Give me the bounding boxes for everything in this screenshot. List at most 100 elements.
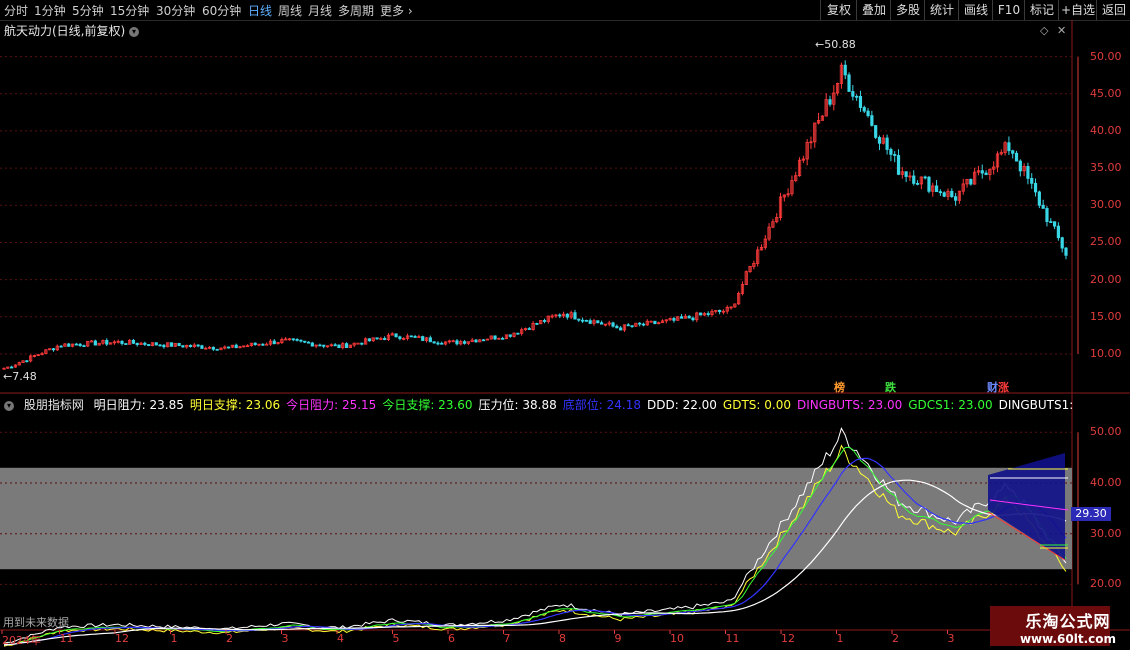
- main-y-tick: 40.00: [1090, 123, 1122, 137]
- candle-body: [565, 313, 569, 318]
- x-tick: 3: [281, 632, 289, 645]
- candle-body: [169, 342, 174, 347]
- candle-body: [516, 332, 520, 335]
- x-tick: 12: [115, 632, 129, 645]
- candle-body: [691, 317, 695, 321]
- candle-body: [653, 320, 657, 325]
- indicator-value-10: DINGBUTS1: 34.00: [998, 398, 1074, 412]
- x-tick: 6: [448, 632, 455, 645]
- candle-body: [74, 343, 78, 346]
- main-y-tick: 15.00: [1090, 309, 1122, 323]
- candle-body: [573, 312, 577, 320]
- x-tick: 1: [836, 632, 844, 645]
- candle-body: [1037, 191, 1041, 206]
- candle-body: [942, 192, 946, 197]
- candle-body: [969, 178, 973, 185]
- x-tick: 9: [614, 632, 622, 645]
- x-tick: 8: [559, 632, 566, 645]
- indicator-y-tick: 20.00: [1090, 577, 1122, 591]
- candle-body: [200, 345, 204, 349]
- candle-body: [333, 344, 337, 347]
- candle-body: [855, 95, 859, 98]
- candle-body: [588, 320, 592, 324]
- candle-body: [1049, 221, 1053, 223]
- candle-body: [934, 185, 939, 193]
- event-marker-die[interactable]: 跌: [884, 379, 897, 395]
- candle-body: [847, 74, 851, 92]
- candle-body: [638, 322, 642, 325]
- candle-body: [215, 348, 219, 351]
- candle-body: [177, 342, 181, 346]
- x-tick: 11: [59, 632, 74, 645]
- candle-body: [984, 172, 988, 176]
- candle-body: [89, 340, 94, 343]
- candle-body: [306, 341, 311, 344]
- indicator-value-2: 今日阻力: 25.15: [286, 398, 377, 412]
- candle-body: [398, 336, 402, 340]
- candle-body: [851, 91, 855, 97]
- candle-body: [641, 323, 646, 326]
- candle-body: [211, 346, 215, 350]
- main-y-tick: 10.00: [1090, 346, 1122, 360]
- future-data-label: 用到未来数据: [3, 616, 69, 629]
- indicator-name[interactable]: 股朋指标网: [24, 398, 84, 412]
- main-y-tick: 45.00: [1090, 86, 1122, 100]
- candle-body: [542, 320, 547, 322]
- candle-body: [1007, 142, 1011, 152]
- main-y-tick: 20.00: [1090, 272, 1122, 286]
- candle-body: [527, 328, 531, 330]
- candle-body: [687, 315, 691, 319]
- indicator-y-tick: 50.00: [1090, 425, 1122, 439]
- candle-body: [322, 344, 326, 347]
- x-tick: 7: [503, 632, 511, 645]
- indicator-value-4: 压力位: 38.88: [478, 398, 557, 412]
- candle-body: [295, 339, 299, 341]
- main-y-tick: 35.00: [1090, 161, 1122, 175]
- chart-canvas: [0, 20, 1130, 647]
- candle-body: [375, 337, 379, 340]
- candle-body: [1033, 182, 1038, 193]
- event-marker-bang[interactable]: 榜: [833, 379, 846, 395]
- candle-body: [105, 340, 109, 345]
- candle-body: [923, 176, 927, 179]
- candle-body: [980, 170, 984, 174]
- candle-body: [584, 319, 588, 322]
- candle-body: [893, 154, 897, 156]
- high-price-label: ←50.88: [815, 38, 856, 51]
- candle-body: [950, 190, 954, 198]
- candle-body: [626, 324, 630, 327]
- candle-body: [501, 337, 505, 340]
- main-y-tick: 50.00: [1090, 49, 1122, 63]
- low-price-label: ←7.48: [3, 370, 37, 383]
- candle-body: [870, 115, 874, 126]
- chevron-down-icon[interactable]: ▾: [4, 400, 14, 411]
- candle-body: [82, 345, 86, 348]
- candle-body: [367, 338, 372, 342]
- candle-body: [234, 344, 238, 349]
- candle-body: [25, 360, 29, 363]
- candle-body: [580, 319, 585, 322]
- candle-body: [188, 344, 193, 347]
- candle-body: [78, 343, 82, 347]
- candle-body: [718, 309, 722, 312]
- candle-body: [877, 137, 882, 144]
- x-tick: 4: [337, 632, 344, 645]
- indicator-values: 明日阻力: 23.85 明日支撑: 23.06 今日阻力: 25.15 今日支撑: 2…: [94, 398, 1074, 412]
- candle-body: [394, 333, 398, 338]
- indicator-value-6: DDD: 22.00: [646, 398, 717, 412]
- candle-body: [226, 346, 231, 349]
- candle-body: [261, 343, 265, 346]
- candle-body: [862, 107, 866, 112]
- indicator-value-3: 今日支撑: 23.60: [382, 398, 473, 412]
- candle-body: [120, 340, 124, 344]
- candle-body: [828, 99, 832, 105]
- candle-body: [143, 342, 147, 345]
- candle-body: [679, 316, 684, 319]
- candle-body: [154, 342, 158, 346]
- candle-body: [672, 318, 676, 321]
- candle-body: [181, 345, 185, 348]
- candle-body: [889, 149, 893, 155]
- event-marker-cai[interactable]: 财涨: [986, 379, 1010, 395]
- candle-body: [1056, 225, 1060, 239]
- candle-body: [1014, 152, 1019, 162]
